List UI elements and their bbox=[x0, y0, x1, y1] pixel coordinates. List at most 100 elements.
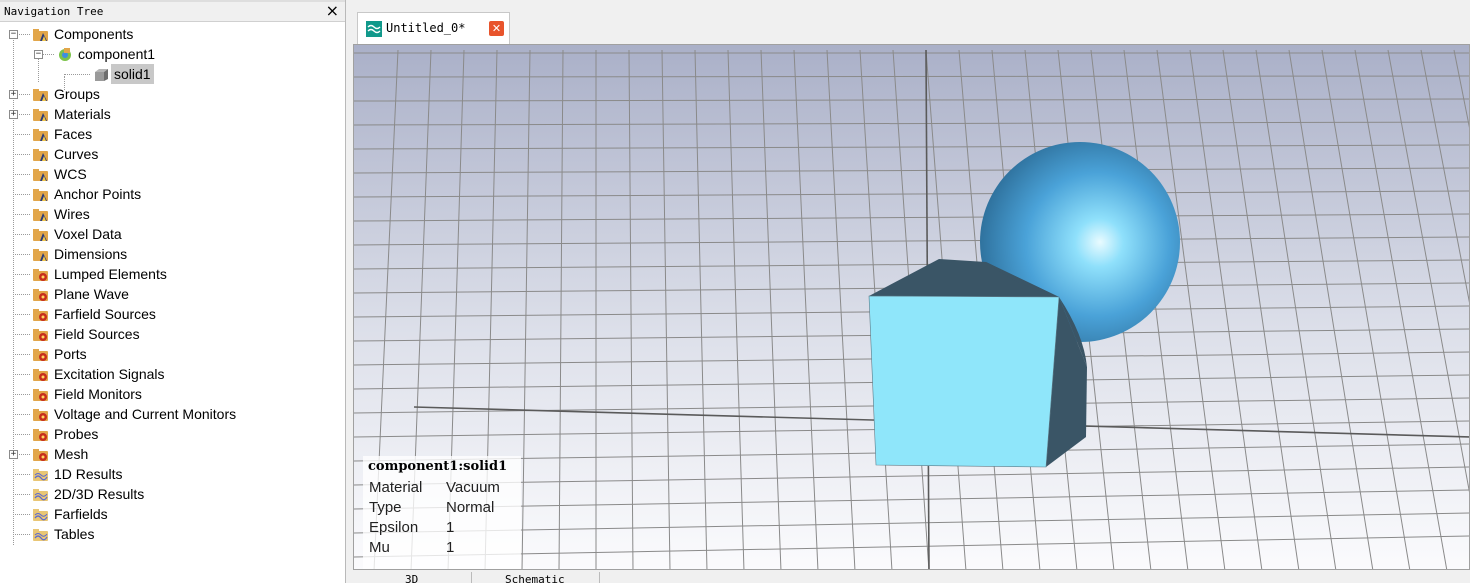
property-value: 1 bbox=[446, 539, 455, 556]
tree-item-label: Curves bbox=[54, 146, 99, 162]
property-key: Type bbox=[369, 499, 402, 516]
tree-connector-line bbox=[13, 154, 30, 155]
expand-icon[interactable]: + bbox=[9, 90, 18, 99]
tree-item[interactable]: Farfield Sources bbox=[0, 304, 345, 324]
collapse-icon[interactable]: − bbox=[34, 50, 43, 59]
property-key: Material bbox=[369, 479, 423, 496]
tree-item[interactable]: Voltage and Current Monitors bbox=[0, 404, 345, 424]
tree-item-label: Voltage and Current Monitors bbox=[54, 406, 237, 422]
folder-icon bbox=[33, 367, 49, 381]
tree-item-label: Excitation Signals bbox=[54, 366, 165, 382]
close-panel-button[interactable]: × bbox=[326, 1, 339, 21]
expand-icon[interactable]: + bbox=[9, 110, 18, 119]
tree-item[interactable]: Lumped Elements bbox=[0, 264, 345, 284]
tree-connector-line bbox=[13, 414, 30, 415]
tree-item[interactable]: Ports bbox=[0, 344, 345, 364]
tree-item-label: Ports bbox=[54, 346, 87, 362]
tree-item[interactable]: + Groups bbox=[0, 84, 345, 104]
tab-divider bbox=[471, 572, 472, 583]
tree-connector-line bbox=[13, 274, 30, 275]
tree-item-label: Wires bbox=[54, 206, 90, 222]
property-value: Normal bbox=[446, 499, 495, 516]
tree-connector-line bbox=[64, 74, 90, 75]
folder-icon bbox=[33, 167, 49, 181]
tree-connector-line bbox=[13, 334, 30, 335]
tree-item-label: Lumped Elements bbox=[54, 266, 167, 282]
properties-overlay: component1:solid1 Material Vacuum Type N… bbox=[363, 456, 521, 569]
folder-icon bbox=[33, 327, 49, 341]
tree-item[interactable]: + Materials bbox=[0, 104, 345, 124]
folder-icon bbox=[33, 127, 49, 141]
tree-item-label: Field Sources bbox=[54, 326, 140, 342]
tree-item[interactable]: Curves bbox=[0, 144, 345, 164]
folder-icon bbox=[33, 307, 49, 321]
tree-item-label: 2D/3D Results bbox=[54, 486, 145, 502]
tree-item[interactable]: Faces bbox=[0, 124, 345, 144]
tree-connector-line bbox=[13, 174, 30, 175]
view-tabs: 3D Schematic bbox=[347, 570, 1470, 583]
tree-connector-line bbox=[13, 374, 30, 375]
property-key: Mu bbox=[369, 539, 390, 556]
scene-canvas[interactable] bbox=[354, 45, 1470, 570]
tree-connector-line bbox=[13, 434, 30, 435]
3d-viewport[interactable]: component1:solid1 Material Vacuum Type N… bbox=[353, 44, 1470, 570]
result-icon bbox=[33, 507, 49, 521]
property-value: 1 bbox=[446, 519, 455, 536]
folder-icon bbox=[33, 347, 49, 361]
tree-item[interactable]: Plane Wave bbox=[0, 284, 345, 304]
tab-schematic[interactable]: Schematic bbox=[505, 570, 565, 583]
tree-connector-line bbox=[13, 254, 30, 255]
properties-title: component1:solid1 bbox=[368, 459, 508, 474]
folder-icon bbox=[33, 187, 49, 201]
tree-item[interactable]: solid1 bbox=[0, 64, 345, 84]
tree-item[interactable]: 2D/3D Results bbox=[0, 484, 345, 504]
tree-item[interactable]: Dimensions bbox=[0, 244, 345, 264]
tree-item[interactable]: WCS bbox=[0, 164, 345, 184]
document-area: Untitled_0* ✕ component1:solid1 Material… bbox=[347, 0, 1470, 583]
tree-connector-line bbox=[13, 494, 30, 495]
tree-item-label: Tables bbox=[54, 526, 95, 542]
tree-item[interactable]: Probes bbox=[0, 424, 345, 444]
tree-item-label: component1 bbox=[78, 46, 156, 62]
tree-connector-line bbox=[13, 214, 30, 215]
folder-icon bbox=[33, 287, 49, 301]
header-strip bbox=[0, 0, 345, 2]
navigation-tree-title: Navigation Tree bbox=[4, 5, 104, 18]
tree-item-label: WCS bbox=[54, 166, 87, 182]
tree-connector-line bbox=[13, 134, 30, 135]
tree-view[interactable]: − Components − component1 solid1 + Groups + Mate… bbox=[0, 22, 345, 572]
tree-item[interactable]: − Components bbox=[0, 24, 345, 44]
result-icon bbox=[33, 527, 49, 541]
tree-item[interactable]: Farfields bbox=[0, 504, 345, 524]
result-icon bbox=[33, 487, 49, 501]
brick-front-face bbox=[868, 295, 1060, 468]
folder-icon bbox=[33, 87, 49, 101]
tree-item[interactable]: + Mesh bbox=[0, 444, 345, 464]
tree-item[interactable]: Field Sources bbox=[0, 324, 345, 344]
tree-item[interactable]: Anchor Points bbox=[0, 184, 345, 204]
tree-connector-line bbox=[13, 194, 30, 195]
tree-item[interactable]: Wires bbox=[0, 204, 345, 224]
tab-divider bbox=[599, 572, 600, 583]
result-icon bbox=[33, 467, 49, 481]
folder-icon bbox=[33, 227, 49, 241]
tree-item[interactable]: − component1 bbox=[0, 44, 345, 64]
collapse-icon[interactable]: − bbox=[9, 30, 18, 39]
tree-item-label: Farfield Sources bbox=[54, 306, 156, 322]
tab-3d[interactable]: 3D bbox=[405, 570, 418, 583]
document-tab[interactable]: Untitled_0* ✕ bbox=[357, 12, 510, 44]
tree-item-label: Dimensions bbox=[54, 246, 128, 262]
tree-item[interactable]: Field Monitors bbox=[0, 384, 345, 404]
close-tab-icon[interactable]: ✕ bbox=[489, 21, 504, 36]
tree-item-label: Plane Wave bbox=[54, 286, 129, 302]
tree-item[interactable]: Tables bbox=[0, 524, 345, 544]
folder-icon bbox=[33, 107, 49, 121]
tree-item-label: 1D Results bbox=[54, 466, 123, 482]
tree-item[interactable]: Voxel Data bbox=[0, 224, 345, 244]
tree-item[interactable]: Excitation Signals bbox=[0, 364, 345, 384]
expand-icon[interactable]: + bbox=[9, 450, 18, 459]
tree-connector-line bbox=[13, 234, 30, 235]
navigation-tree-header: Navigation Tree × bbox=[0, 0, 345, 22]
tree-item-label: Farfields bbox=[54, 506, 108, 522]
tree-item[interactable]: 1D Results bbox=[0, 464, 345, 484]
